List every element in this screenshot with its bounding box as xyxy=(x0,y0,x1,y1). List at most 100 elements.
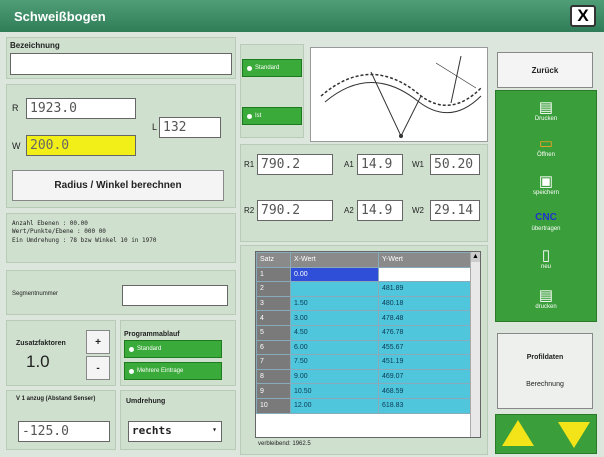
row1-label-2: A1 xyxy=(344,160,354,169)
sidebar-item-new[interactable]: ▯ neu xyxy=(496,239,596,279)
table-row[interactable]: 5 4.50 476.78 xyxy=(256,324,472,341)
sidebar-item-label: neu xyxy=(540,264,551,270)
y-cell[interactable]: 476.78 xyxy=(378,324,472,341)
x-cell[interactable]: 6.00 xyxy=(290,339,379,356)
decrease-button[interactable]: - xyxy=(86,356,110,380)
x-cell[interactable] xyxy=(290,281,379,297)
direction-label: Umdrehung xyxy=(126,398,166,405)
table-row[interactable]: 3 1.50 480.18 xyxy=(256,295,472,312)
radio-dot-icon xyxy=(247,65,252,71)
l-label: L xyxy=(152,122,158,132)
table-row[interactable]: 6 6.00 455.67 xyxy=(256,339,472,356)
sidebar: ▤ Drucken ▭ Öffnen ▣ speichern CNC übert… xyxy=(495,90,597,322)
sidebar-item-open[interactable]: ▭ Öffnen xyxy=(496,127,596,167)
sidebar-item-label: Drucken xyxy=(534,116,558,122)
program-standard-label: Standard xyxy=(137,346,162,352)
v1-input[interactable]: -125.0 xyxy=(18,421,110,442)
x-cell[interactable]: 1.50 xyxy=(290,295,379,312)
y-cell[interactable]: 468.59 xyxy=(378,383,472,399)
y-cell[interactable] xyxy=(378,266,472,283)
printer-icon: ▤ xyxy=(538,99,554,116)
back-button[interactable]: Zurück xyxy=(497,52,593,88)
r-input[interactable]: 1923.0 xyxy=(26,98,136,119)
sidebar-item-save[interactable]: ▣ speichern xyxy=(496,165,596,205)
y-cell[interactable]: 455.67 xyxy=(378,339,472,356)
x-cell[interactable]: 9.00 xyxy=(290,368,379,385)
x-cell[interactable]: 0.00 xyxy=(290,266,379,283)
row-index: 2 xyxy=(256,281,291,297)
l-input[interactable]: 132 xyxy=(159,117,221,138)
x-cell[interactable]: 3.00 xyxy=(290,310,379,326)
segment-label: Segmentnummer xyxy=(12,291,59,297)
y-cell[interactable]: 469.07 xyxy=(378,368,472,385)
print-icon: ▤ xyxy=(538,287,554,304)
increase-button[interactable]: + xyxy=(86,330,110,354)
x-cell[interactable]: 12.00 xyxy=(290,397,379,414)
row1-value-2[interactable]: 14.9 xyxy=(357,154,403,175)
program-standard-option[interactable]: Standard xyxy=(124,340,222,358)
header-y: Y-Wert xyxy=(378,252,472,268)
down-arrow-button[interactable] xyxy=(558,422,590,448)
radio-dot-icon xyxy=(129,346,134,352)
title-bar: Schweißbogen xyxy=(0,0,604,32)
radio-dot-icon xyxy=(247,113,252,119)
table-row[interactable]: 9 10.50 468.59 xyxy=(256,383,472,399)
header-satz: Satz xyxy=(256,252,291,268)
table-row[interactable]: 1 0.00 xyxy=(256,266,472,283)
row2-value-1[interactable]: 790.2 xyxy=(257,200,333,221)
y-cell[interactable]: 480.18 xyxy=(378,295,472,312)
program-multi-label: Mehrere Eintrage xyxy=(137,368,184,374)
sidebar-item-cnc[interactable]: CNC übertragen xyxy=(496,201,596,241)
direction-select[interactable]: rechts ▾ xyxy=(128,421,222,442)
sidebar-item-print[interactable]: ▤ Drucken xyxy=(496,91,596,131)
table-header-row: Satz X-Wert Y-Wert xyxy=(256,252,472,268)
y-cell[interactable]: 618.83 xyxy=(378,397,472,414)
row-index: 7 xyxy=(256,354,291,370)
table-footer: verbleibend: 1962.5 xyxy=(258,441,311,447)
sidebar-item-export[interactable]: ▤ drucken xyxy=(496,279,596,319)
program-multi-option[interactable]: Mehrere Eintrage xyxy=(124,362,222,380)
up-arrow-button[interactable] xyxy=(502,420,534,446)
row-index: 10 xyxy=(256,397,291,414)
row-index: 5 xyxy=(256,324,291,341)
row1-value-1[interactable]: 790.2 xyxy=(257,154,333,175)
arc-diagram-svg xyxy=(320,55,482,138)
row1-label-1: R1 xyxy=(244,160,255,169)
table-row[interactable]: 2 481.89 xyxy=(256,281,472,297)
segment-input[interactable] xyxy=(122,285,228,306)
row1-value-3[interactable]: 50.20 xyxy=(430,154,480,175)
radio-dot-icon xyxy=(129,368,134,374)
bezeichnung-input[interactable] xyxy=(10,53,232,75)
x-cell[interactable]: 10.50 xyxy=(290,383,379,399)
scroll-up-icon[interactable]: ▲ xyxy=(471,252,480,262)
sidebar-item-label: Öffnen xyxy=(537,152,555,158)
row2-value-3[interactable]: 29.14 xyxy=(430,200,480,221)
w-input[interactable]: 200.0 xyxy=(26,135,136,156)
row-index: 9 xyxy=(256,383,291,399)
info-line-3: Ein Umdrehung : 78 bzw Winkel 10 in 1970 xyxy=(12,237,157,244)
folder-icon: ▭ xyxy=(538,135,554,152)
mode-standard-option[interactable]: Standard xyxy=(242,59,302,77)
table-row[interactable]: 8 9.00 469.07 xyxy=(256,368,472,385)
row-index: 6 xyxy=(256,339,291,356)
profile-data-label: Profildaten xyxy=(526,354,564,361)
y-cell[interactable]: 481.89 xyxy=(378,281,472,297)
profile-data-button[interactable]: Profildaten Berechnung xyxy=(497,333,593,409)
coordinates-table[interactable]: Satz X-Wert Y-Wert 1 0.00 2 481.89 3 1.50 48… xyxy=(255,251,481,438)
y-cell[interactable]: 478.48 xyxy=(378,310,472,326)
direction-value: rechts xyxy=(132,424,172,437)
x-cell[interactable]: 4.50 xyxy=(290,324,379,341)
mode-ist-option[interactable]: Ist xyxy=(242,107,302,125)
row2-value-2[interactable]: 14.9 xyxy=(357,200,403,221)
close-button[interactable]: X xyxy=(570,5,596,27)
calculate-radius-button[interactable]: Radius / Winkel berechnen xyxy=(12,170,224,201)
x-cell[interactable]: 7.50 xyxy=(290,354,379,370)
row-index: 4 xyxy=(256,310,291,326)
table-scrollbar[interactable]: ▲ xyxy=(470,252,480,437)
table-row[interactable]: 10 12.00 618.83 xyxy=(256,397,472,414)
table-row[interactable]: 4 3.00 478.48 xyxy=(256,310,472,326)
row2-label-2: A2 xyxy=(344,206,354,215)
y-cell[interactable]: 451.19 xyxy=(378,354,472,370)
table-row[interactable]: 7 7.50 451.19 xyxy=(256,354,472,370)
save-icon: ▣ xyxy=(538,173,554,190)
